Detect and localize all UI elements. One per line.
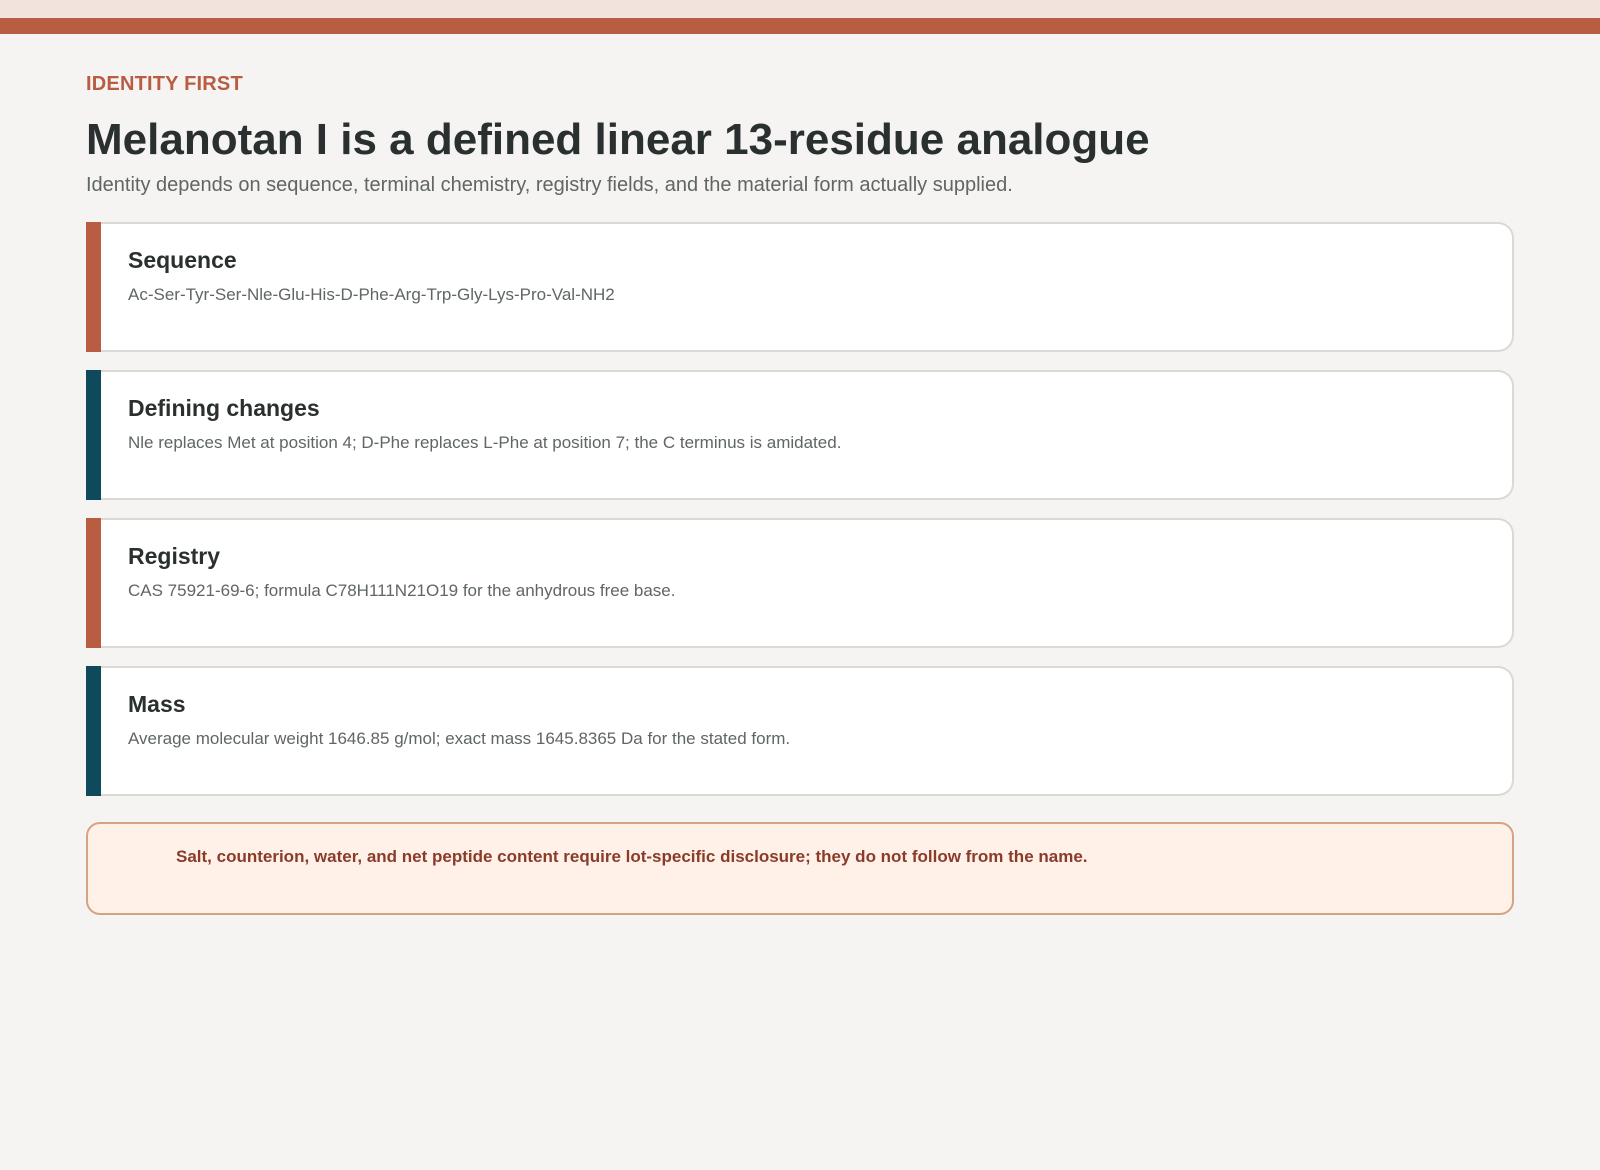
- top-band: [0, 0, 1600, 18]
- notice-text: Salt, counterion, water, and net peptide…: [176, 847, 1088, 866]
- card-mass: Mass Average molecular weight 1646.85 g/…: [86, 666, 1514, 796]
- eyebrow-label: IDENTITY FIRST: [86, 73, 243, 95]
- fact-cards: Sequence Ac-Ser-Tyr-Ser-Nle-Glu-His-D-Ph…: [86, 222, 1514, 796]
- card-accent-bar: [86, 370, 101, 500]
- card-title: Mass: [128, 691, 186, 717]
- card-accent-bar: [86, 666, 101, 796]
- card-body: Ac-Ser-Tyr-Ser-Nle-Glu-His-D-Phe-Arg-Trp…: [128, 285, 615, 304]
- page-subtitle: Identity depends on sequence, terminal c…: [86, 174, 1013, 196]
- card-title: Registry: [128, 543, 221, 569]
- card-sequence: Sequence Ac-Ser-Tyr-Ser-Nle-Glu-His-D-Ph…: [86, 222, 1514, 352]
- main-content: IDENTITY FIRST Melanotan I is a defined …: [86, 72, 1514, 915]
- card-defining-changes: Defining changes Nle replaces Met at pos…: [86, 370, 1514, 500]
- card-body: Average molecular weight 1646.85 g/mol; …: [128, 729, 791, 748]
- card-body: Nle replaces Met at position 4; D-Phe re…: [128, 433, 842, 452]
- card-title: Sequence: [128, 247, 237, 273]
- page-title: Melanotan I is a defined linear 13-resid…: [86, 115, 1150, 164]
- card-title: Defining changes: [128, 395, 320, 421]
- card-body: CAS 75921-69-6; formula C78H111N21O19 fo…: [128, 581, 676, 600]
- card-registry: Registry CAS 75921-69-6; formula C78H111…: [86, 518, 1514, 648]
- disclosure-notice: Salt, counterion, water, and net peptide…: [86, 822, 1514, 915]
- card-accent-bar: [86, 222, 101, 352]
- top-accent-rule: [0, 18, 1600, 34]
- card-accent-bar: [86, 518, 101, 648]
